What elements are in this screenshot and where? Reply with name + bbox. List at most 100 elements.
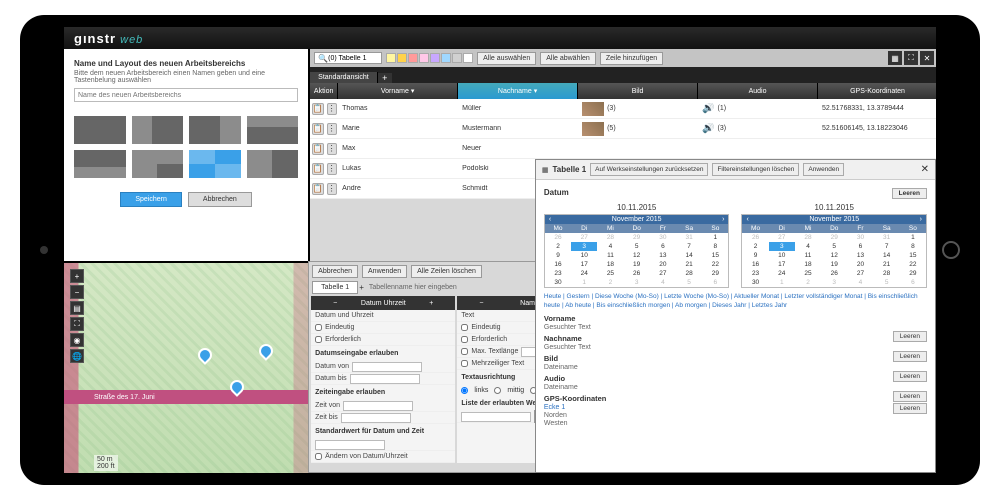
map-fullscreen-icon[interactable]: ⛶ [70, 317, 84, 331]
cal-day[interactable]: 25 [597, 269, 623, 278]
cal-day[interactable]: 7 [676, 242, 702, 251]
cal-day[interactable]: 15 [900, 251, 926, 260]
cal-day[interactable]: 3 [571, 242, 597, 251]
layout-opt-6[interactable] [132, 150, 184, 178]
cal-day[interactable]: 4 [597, 242, 623, 251]
color-swatch[interactable] [441, 53, 451, 63]
cal-day[interactable]: 11 [597, 251, 623, 260]
select-all-button[interactable]: Alle auswählen [477, 52, 536, 65]
leeren-datum-button[interactable]: Leeren [892, 188, 927, 199]
cal-day[interactable]: 12 [624, 251, 650, 260]
row-action-icon[interactable]: 📋 [312, 143, 324, 155]
form-cancel-button[interactable]: Abbrechen [312, 265, 358, 278]
map-pane[interactable]: Straße des 17. Juni + − ▤ ⛶ ◉ 🌐 50 m200 … [64, 263, 308, 473]
cal-next-icon[interactable]: › [722, 216, 724, 223]
date-from-value[interactable]: 10.11.2015 [544, 201, 730, 214]
save-button[interactable]: Speichern [120, 192, 182, 207]
color-swatch[interactable] [463, 53, 473, 63]
aendern-checkbox[interactable] [315, 453, 322, 460]
date-to-value[interactable]: 10.11.2015 [741, 201, 927, 214]
cal-day[interactable]: 8 [900, 242, 926, 251]
col1-title[interactable]: Datum Uhrzeit [359, 300, 407, 307]
cal-day[interactable]: 1 [900, 233, 926, 242]
cal-day[interactable]: 17 [769, 260, 795, 269]
cal-day[interactable]: 21 [676, 260, 702, 269]
cal-day[interactable]: 30 [545, 278, 571, 287]
col-remove-icon[interactable]: − [311, 300, 359, 307]
cal-day[interactable]: 13 [847, 251, 873, 260]
cal-day[interactable]: 12 [821, 251, 847, 260]
zeit-bis-input[interactable] [341, 413, 411, 423]
zeit-von-input[interactable] [343, 401, 413, 411]
cal-day[interactable]: 5 [624, 242, 650, 251]
cal-day[interactable]: 22 [900, 260, 926, 269]
cal-day[interactable]: 22 [702, 260, 728, 269]
cal-day[interactable]: 18 [597, 260, 623, 269]
color-swatch[interactable] [386, 53, 396, 63]
audio-icon[interactable]: 🔊 [702, 103, 714, 114]
filter-icon[interactable]: ▦ [888, 51, 902, 65]
th-nachname[interactable]: Nachname▾ [458, 83, 578, 99]
row-drag-icon[interactable]: ⋮ [327, 163, 337, 175]
cal-day[interactable]: 23 [742, 269, 768, 278]
align-mittig-radio[interactable] [494, 387, 501, 394]
erforderlich2-checkbox[interactable] [461, 336, 468, 343]
map-layers-icon[interactable]: ▤ [70, 301, 84, 315]
table-row[interactable]: 📋⋮ Marie Mustermann (5) 🔊 (3) 52.5160614… [310, 119, 936, 139]
layout-opt-3[interactable] [189, 116, 241, 144]
cal-day[interactable]: 9 [545, 251, 571, 260]
cal-day[interactable]: 9 [742, 251, 768, 260]
cal-day[interactable]: 27 [847, 269, 873, 278]
close-icon[interactable]: ✕ [921, 164, 929, 175]
th-vorname[interactable]: Vorname▾ [338, 83, 458, 99]
table-row[interactable]: 📋⋮ Max Neuer [310, 139, 936, 159]
cal-day[interactable]: 6 [847, 242, 873, 251]
cal-day[interactable]: 2 [742, 242, 768, 251]
image-thumb[interactable] [582, 122, 604, 136]
close-pane-icon[interactable]: ✕ [920, 51, 934, 65]
row-drag-icon[interactable]: ⋮ [327, 103, 337, 115]
cal-day[interactable]: 1 [702, 233, 728, 242]
audio-icon[interactable]: 🔊 [702, 123, 714, 134]
filter-delete-button[interactable]: Filtereinstellungen löschen [712, 163, 799, 176]
table-search[interactable]: 🔍 [314, 52, 382, 64]
layout-opt-8[interactable] [247, 150, 299, 178]
color-swatch[interactable] [452, 53, 462, 63]
cal-day[interactable]: 10 [571, 251, 597, 260]
cal-day[interactable]: 11 [795, 251, 821, 260]
cal-day[interactable]: 20 [650, 260, 676, 269]
deselect-all-button[interactable]: Alle abwählen [540, 52, 596, 65]
cal-day[interactable]: 15 [702, 251, 728, 260]
cal-day[interactable]: 14 [874, 251, 900, 260]
eindeutig-checkbox[interactable] [315, 324, 322, 331]
search-input[interactable] [328, 55, 378, 62]
mehrzeilig-checkbox[interactable] [461, 360, 468, 367]
col-add-icon[interactable]: + [407, 300, 455, 307]
cal-day[interactable]: 20 [847, 260, 873, 269]
tab-add[interactable]: + [378, 73, 392, 83]
cal-day[interactable]: 16 [545, 260, 571, 269]
cal-day[interactable]: 29 [900, 269, 926, 278]
date-quick-links[interactable]: Heute | Gestern | Diese Woche (Mo-So) | … [544, 292, 927, 310]
cal-prev-icon[interactable]: ‹ [549, 216, 551, 223]
row-drag-icon[interactable]: ⋮ [327, 143, 337, 155]
liste-input[interactable] [461, 412, 531, 422]
cal-day[interactable]: 10 [769, 251, 795, 260]
th-gps[interactable]: GPS-Koordinaten [818, 83, 936, 99]
datum-bis-input[interactable] [350, 374, 420, 384]
standardwert-input[interactable] [315, 440, 385, 450]
cal-prev-icon[interactable]: ‹ [746, 216, 748, 223]
row-action-icon[interactable]: 📋 [312, 163, 324, 175]
leeren-gps-button[interactable]: Leeren [893, 403, 927, 414]
tab-standard[interactable]: Standardansicht [310, 72, 378, 83]
datum-von-input[interactable] [352, 362, 422, 372]
color-swatch[interactable] [408, 53, 418, 63]
align-links-radio[interactable] [461, 387, 468, 394]
cal-day[interactable]: 17 [571, 260, 597, 269]
cal-day[interactable]: 29 [702, 269, 728, 278]
cal-day[interactable]: 26 [624, 269, 650, 278]
cal-day[interactable]: 13 [650, 251, 676, 260]
form-apply-button[interactable]: Anwenden [362, 265, 407, 278]
cal-day[interactable]: 2 [545, 242, 571, 251]
layout-opt-7-selected[interactable] [189, 150, 241, 178]
